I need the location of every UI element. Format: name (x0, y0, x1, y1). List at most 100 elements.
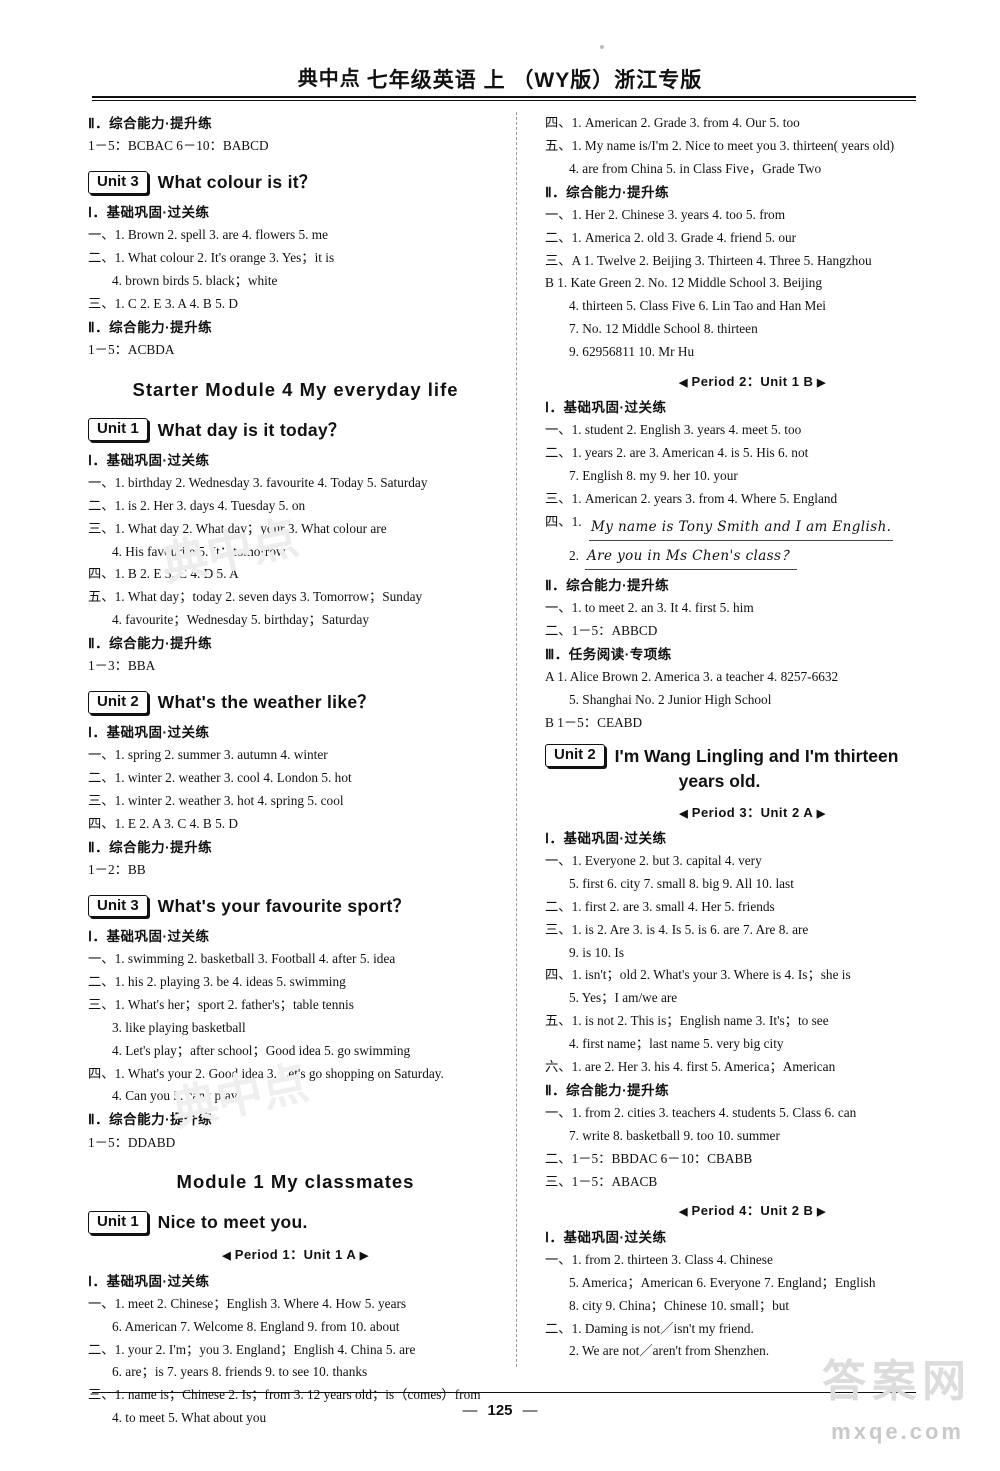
answer-line: 三、1. winter 2. weather 3. hot 4. spring … (88, 793, 344, 809)
answer-line: 1－5：BCBAC 6－10：BABCD (88, 138, 269, 154)
section-heading: Ⅲ．任务阅读·专项练 (545, 647, 672, 663)
answer-line: 1－5：ACBDA (88, 342, 175, 358)
unit-title: What's the weather like？ (157, 692, 376, 713)
answer-line: 一、1. from 2. cities 3. teachers 4. stude… (545, 1105, 857, 1120)
answer-line: 4. Can you 5. can't play (112, 1088, 238, 1104)
unit-badge: Unit 1 (88, 418, 148, 442)
module-heading: Starter Module 4 My everyday life (132, 378, 459, 400)
header-rule-thick (92, 96, 916, 98)
answer-line: 一、1. meet 2. Chinese；English 3. Where 4.… (88, 1295, 407, 1311)
footer-rule (92, 1392, 916, 1393)
answer-line: 4. first name；last name 5. very big city (569, 1036, 784, 1052)
triangle-left-icon: ◀ (222, 1250, 235, 1263)
section-heading: Ⅰ．基础巩固·过关练 (88, 725, 210, 741)
section-heading: Ⅰ．基础巩固·过关练 (545, 400, 667, 416)
period-heading: ◀ Period 3：Unit 2 A ▶ (545, 802, 960, 824)
answer-line: 4. brown birds 5. black；white (112, 273, 278, 289)
section-heading: Ⅰ．基础巩固·过关练 (88, 929, 210, 945)
section-heading: Ⅱ．综合能力·提升练 (545, 184, 670, 200)
answer-line: 一、1. Everyone 2. but 3. capital 4. very (545, 853, 762, 869)
answer-line: 一、1. birthday 2. Wednesday 3. favourite … (88, 475, 428, 491)
answer-line: 二、1. What colour 2. It's orange 3. Yes；i… (88, 250, 335, 266)
answer-line: 四、1. E 2. A 3. C 4. B 5. D (88, 816, 238, 832)
answer-line: 二、1. Daming is not／isn't my friend. (545, 1320, 754, 1336)
unit-heading: Unit 2 What's the weather like？ (88, 687, 503, 717)
page-header: 典中点 七年级英语 上 （WY版）浙江专版 (0, 62, 1000, 94)
answer-line: 5. America；American 6. Everyone 7. Engla… (569, 1274, 876, 1290)
section-heading: Ⅰ．基础巩固·过关练 (88, 205, 210, 221)
page-dash-left: — (462, 1402, 478, 1419)
answer-line: A 1. Alice Brown 2. America 3. a teacher… (545, 669, 839, 685)
answer-line: 二、1－5：BBDAC 6－10：CBABB (545, 1150, 753, 1166)
answer-line: 9. 62956811 10. Mr Hu (569, 343, 695, 359)
page-speck (600, 45, 604, 49)
unit-badge: Unit 1 (88, 1210, 148, 1234)
triangle-right-icon: ▶ (813, 807, 826, 820)
right-column: 四、1. American 2. Grade 3. from 4. Our 5.… (545, 112, 960, 1363)
answer-number: 2. (569, 547, 579, 563)
section-heading: Ⅱ．综合能力·提升练 (545, 578, 670, 594)
page-number: — 125 — (0, 1402, 1000, 1419)
unit-title-continued: years old. (678, 771, 761, 792)
unit-title: I'm Wang Lingling and I'm thirteen (614, 745, 899, 766)
unit-heading: Unit 1 Nice to meet you. (88, 1207, 503, 1237)
answer-line: 一、1. from 2. thirteen 3. Class 4. Chines… (545, 1252, 773, 1268)
answer-line: 一、1. Her 2. Chinese 3. years 4. too 5. f… (545, 206, 786, 222)
answer-line: 三、A 1. Twelve 2. Beijing 3. Thirteen 4. … (545, 252, 872, 268)
answer-line: 二、1. winter 2. weather 3. cool 4. London… (88, 770, 352, 786)
period-heading: ◀ Period 1：Unit 1 A ▶ (88, 1244, 503, 1266)
unit-heading-multiline: Unit 2 I'm Wang Lingling and I'm thirteen… (545, 743, 960, 795)
answer-line: 四、1. What's your 2. Good idea 3. Let's g… (88, 1065, 444, 1081)
unit-title: What's your favourite sport？ (157, 895, 411, 916)
answer-line: B 1. Kate Green 2. No. 12 Middle School … (545, 275, 822, 291)
answer-line: 三、1. American 2. years 3. from 4. Where … (545, 490, 838, 506)
watermark-site: mxqe.com (831, 1419, 964, 1444)
section-heading: Ⅰ．基础巩固·过关练 (545, 1229, 667, 1245)
handwritten-answer: 2. Are you in Ms Chen's class？ (545, 545, 960, 571)
answer-line: 一、1. to meet 2. an 3. It 4. first 5. him (545, 600, 754, 616)
period-label: Period 2：Unit 1 B (691, 373, 814, 389)
answer-line: 7. No. 12 Middle School 8. thirteen (569, 321, 758, 337)
answer-line: 三、1－5：ABACB (545, 1173, 658, 1189)
unit-heading: Unit 3 What colour is it？ (88, 167, 503, 197)
answer-line: 六、1. are 2. Her 3. his 4. first 5. Ameri… (545, 1058, 836, 1074)
answer-line: 四、1. isn't；old 2. What's your 3. Where i… (545, 967, 851, 983)
period-heading: ◀ Period 4：Unit 2 B ▶ (545, 1200, 960, 1222)
section-heading: Ⅱ．综合能力·提升练 (88, 839, 213, 855)
section-heading: Ⅱ．综合能力·提升练 (88, 319, 213, 335)
answer-line: 三、1. What's her；sport 2. father's；table … (88, 996, 354, 1012)
unit-badge: Unit 3 (88, 170, 148, 194)
page-dash-right: — (522, 1402, 538, 1419)
triangle-right-icon: ▶ (813, 1206, 826, 1219)
column-divider (516, 112, 518, 1367)
answer-line: 二、1. your 2. I'm；you 3. England；English … (88, 1341, 416, 1357)
answer-line: 五、1. is not 2. This is；English name 3. I… (545, 1013, 829, 1029)
unit-badge: Unit 3 (88, 894, 148, 918)
answer-line: 3. like playing basketball (112, 1019, 246, 1035)
answer-line: 一、1. spring 2. summer 3. autumn 4. winte… (88, 747, 328, 763)
header-title: 七年级英语 上 （WY版）浙江专版 (366, 69, 703, 92)
answer-line: B 1－5：CEABD (545, 715, 643, 730)
section-heading: Ⅱ．综合能力·提升练 (88, 1112, 213, 1128)
unit-title: What day is it today？ (157, 419, 346, 440)
answer-line: 4. are from China 5. in Class Five，Grade… (569, 160, 822, 176)
answer-line: 一、1. Brown 2. spell 3. are 4. flowers 5.… (88, 227, 329, 243)
answer-line: 1－5：DDABD (88, 1134, 176, 1150)
answer-line: 9. is 10. Is (569, 944, 625, 960)
left-column: Ⅱ．综合能力·提升练 1－5：BCBAC 6－10：BABCD Unit 3 What… (88, 112, 503, 1430)
section-heading: Ⅰ．基础巩固·过关练 (88, 452, 210, 468)
answer-line: 二、1. years 2. are 3. American 4. is 5. H… (545, 445, 809, 461)
answer-line: 1－2：BB (88, 862, 146, 878)
answer-line: 三、1. is 2. Are 3. is 4. Is 5. is 6. are … (545, 921, 809, 937)
answer-line: 5. Shanghai No. 2 Junior High School (569, 692, 772, 708)
answer-line: 4. Let's play；after school；Good idea 5. … (112, 1042, 411, 1058)
answer-line: 二、1. America 2. old 3. Grade 4. friend 5… (545, 229, 797, 245)
answer-line: 一、1. swimming 2. basketball 3. Football … (88, 951, 396, 967)
triangle-left-icon: ◀ (679, 1206, 692, 1219)
answer-key-page: 典中点 七年级英语 上 （WY版）浙江专版 Ⅱ．综合能力·提升练 1－5：BCBAC… (0, 0, 1000, 1471)
answer-line: 二、1. is 2. Her 3. days 4. Tuesday 5. on (88, 497, 306, 513)
section-heading: Ⅱ．综合能力·提升练 (88, 636, 213, 652)
answer-line: 2. We are not／aren't from Shenzhen. (569, 1343, 770, 1359)
answer-line: 二、1－5：ABBCD (545, 623, 658, 639)
section-heading: Ⅱ．综合能力·提升练 (88, 116, 213, 131)
